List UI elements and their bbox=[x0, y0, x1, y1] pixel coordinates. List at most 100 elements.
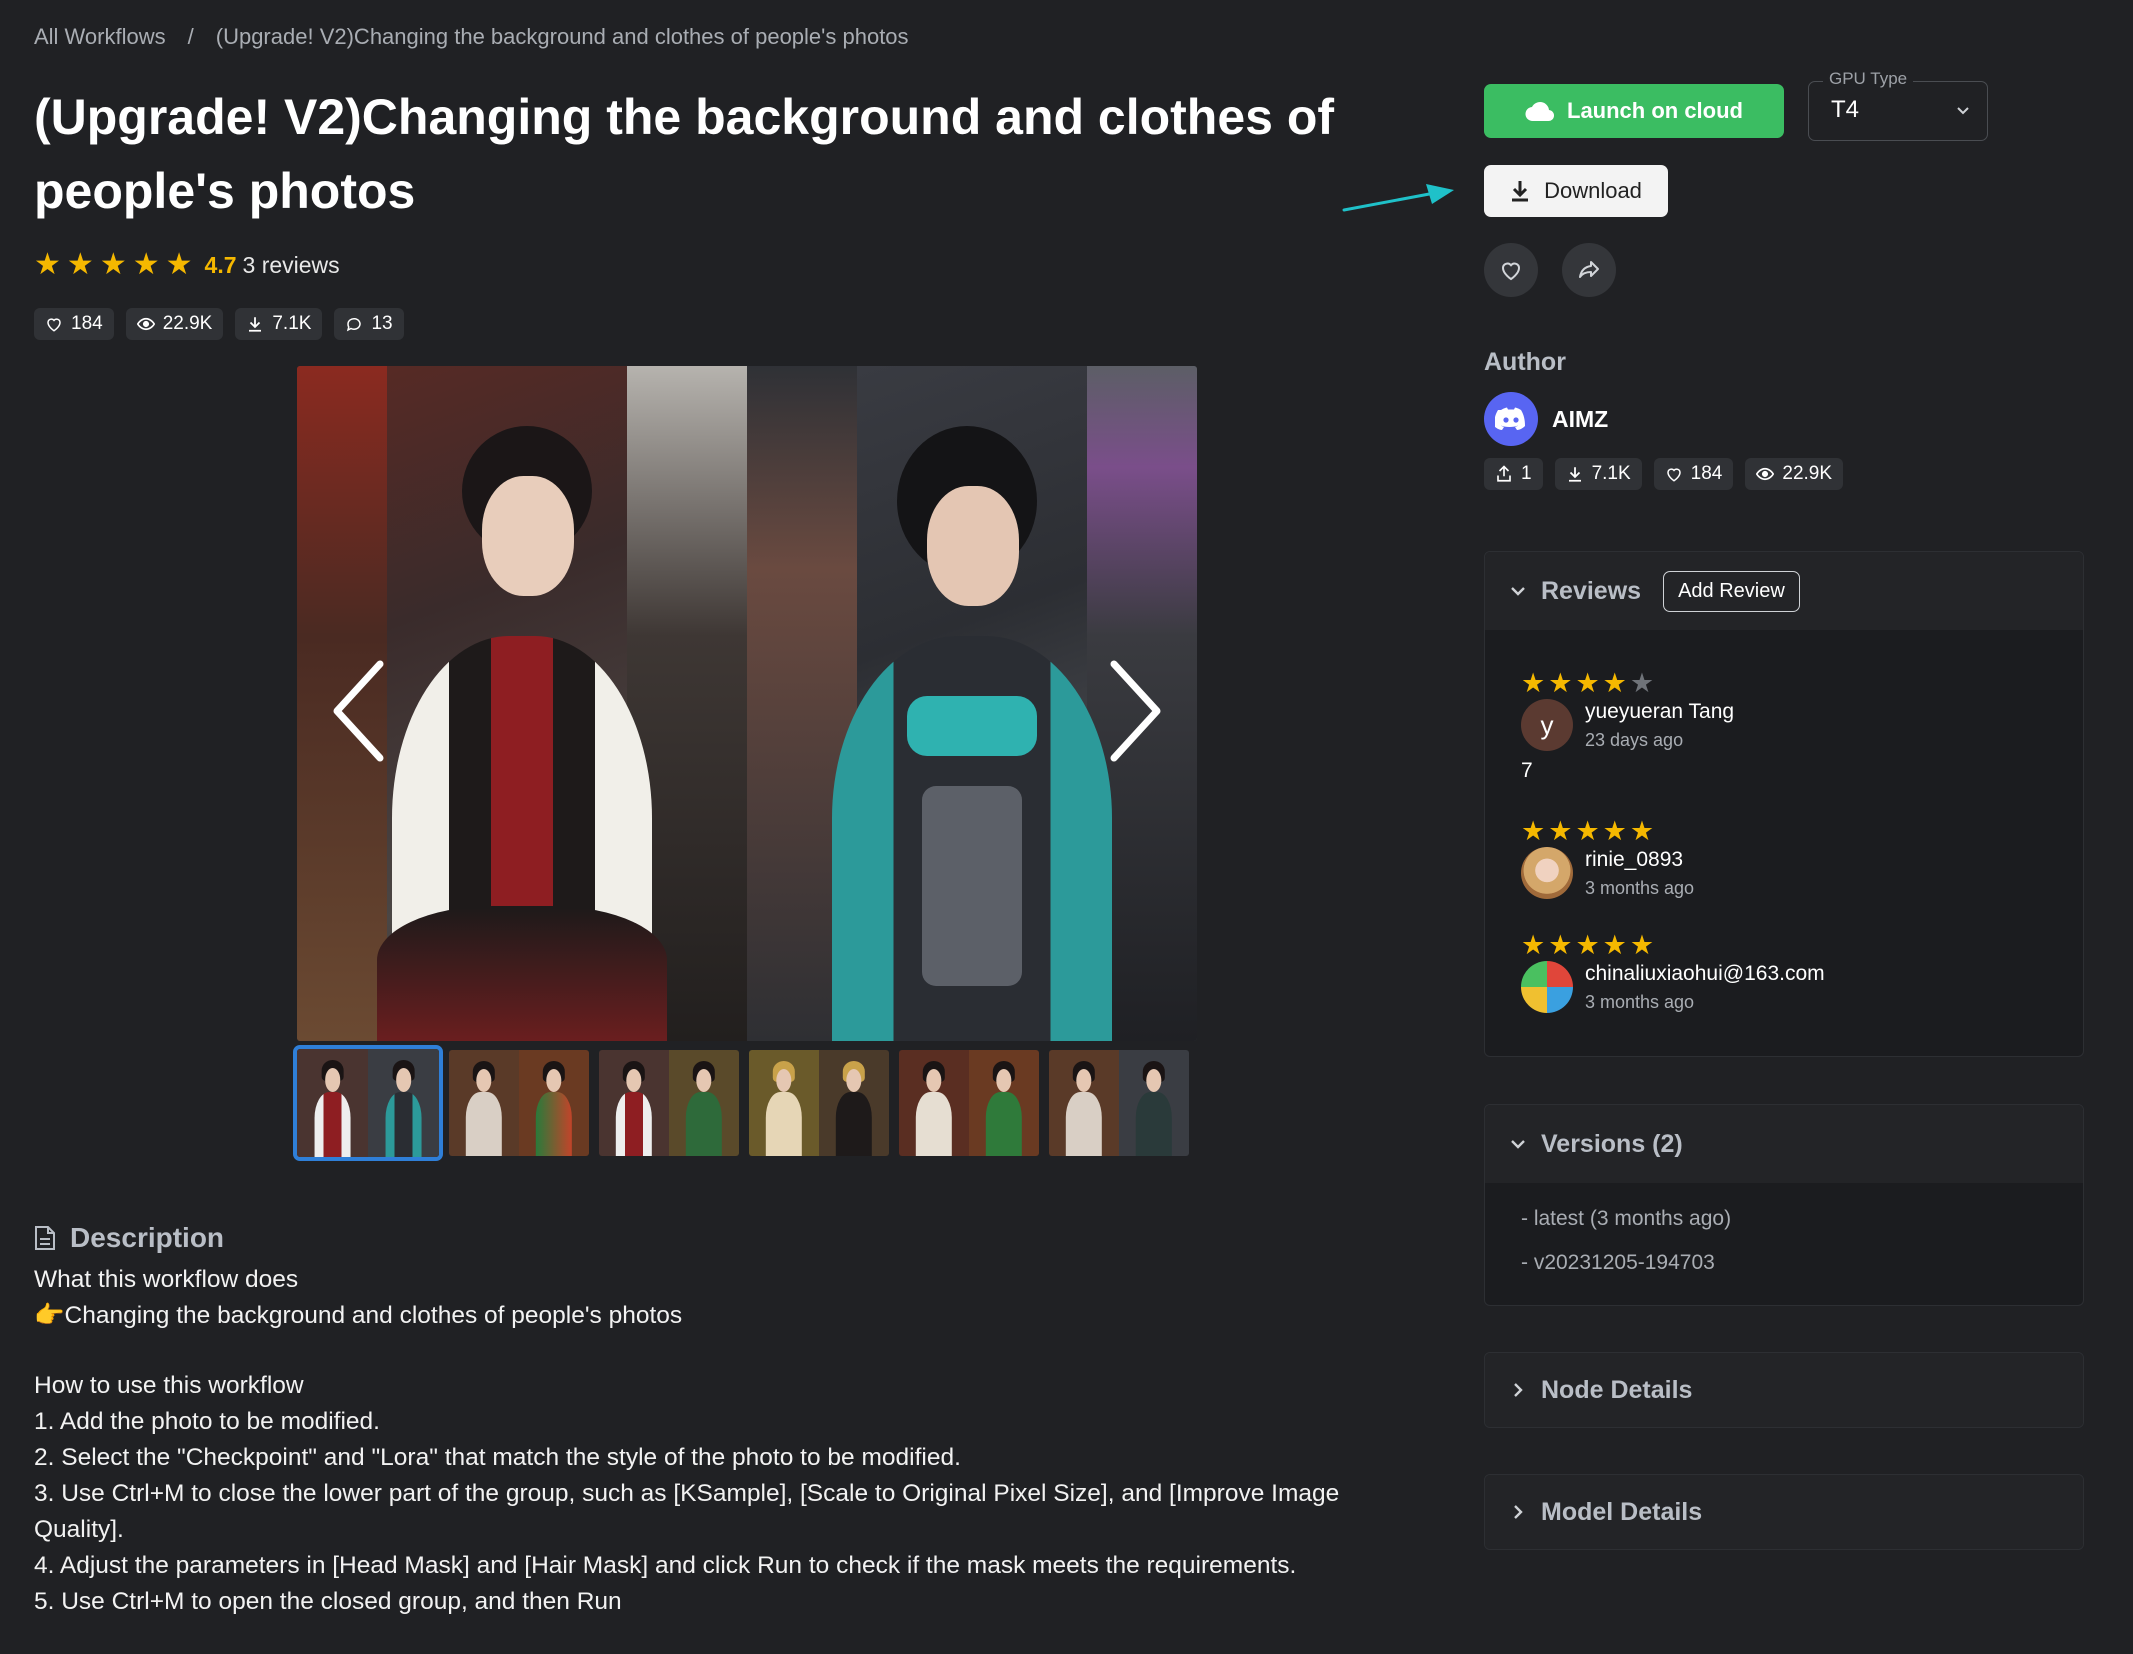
download-icon bbox=[1568, 467, 1581, 482]
gpu-type-select[interactable]: GPU Type T4 bbox=[1808, 69, 1988, 141]
eye-icon bbox=[1756, 467, 1775, 481]
gpu-type-value: T4 bbox=[1831, 96, 1860, 123]
downloads-count: 7.1K bbox=[272, 313, 312, 334]
description-step: 2. Select the "Checkpoint" and "Lora" th… bbox=[34, 1444, 961, 1471]
description-step: 4. Adjust the parameters in [Head Mask] … bbox=[34, 1552, 1297, 1579]
heart-icon bbox=[47, 318, 61, 332]
author-downloads-count: 7.1K bbox=[1591, 463, 1631, 484]
versions-card: Versions (2) - latest (3 months ago) - v… bbox=[1484, 1104, 2084, 1306]
download-icon bbox=[249, 317, 262, 332]
star-icon: ★ bbox=[132, 248, 160, 281]
launch-on-cloud-button[interactable]: Launch on cloud bbox=[1484, 84, 1784, 138]
description-line: How to use this workflow bbox=[34, 1372, 304, 1399]
star-icon: ★ bbox=[1548, 930, 1573, 960]
review-date: 3 months ago bbox=[1585, 877, 1695, 898]
review-date: 23 days ago bbox=[1585, 729, 1684, 750]
review-author[interactable]: rinie_0893 bbox=[1585, 848, 1694, 872]
review-text: 7 bbox=[1521, 759, 1533, 782]
review-stars: ★ ★ ★ ★ ★ bbox=[1521, 670, 1734, 697]
star-icon: ★ bbox=[1602, 668, 1627, 698]
star-icon: ★ bbox=[1575, 930, 1600, 960]
review-item: ★ ★ ★ ★ ★ y yueyueran Tang 23 days ago 7 bbox=[1521, 670, 1734, 783]
add-review-button[interactable]: Add Review bbox=[1663, 570, 1800, 612]
rating-value: 4.7 bbox=[204, 251, 237, 278]
chevron-down-icon bbox=[1511, 587, 1525, 596]
review-item: ★ ★ ★ ★ ★ chinaliuxiaohui@163.com 3 months a… bbox=[1521, 932, 1825, 1013]
reviews-header[interactable]: Reviews Add Review bbox=[1485, 552, 2083, 630]
eye-icon bbox=[136, 317, 155, 331]
workflow-stats: 184 22.9K 7.1K 13 bbox=[34, 308, 404, 340]
prev-image-arrow[interactable] bbox=[325, 656, 395, 766]
author-name[interactable]: AIMZ bbox=[1552, 406, 1608, 433]
review-item: ★ ★ ★ ★ ★ rinie_0893 3 months ago bbox=[1521, 818, 1694, 899]
version-item[interactable]: - latest (3 months ago) bbox=[1521, 1207, 1731, 1231]
star-icon: ★ bbox=[1602, 816, 1627, 846]
review-stars: ★ ★ ★ ★ ★ bbox=[1521, 818, 1694, 845]
discord-avatar-icon bbox=[1484, 392, 1538, 446]
annotation-arrow-icon bbox=[1342, 184, 1454, 212]
gallery-thumbnails bbox=[293, 1045, 1189, 1161]
star-icon: ★ bbox=[1548, 816, 1573, 846]
review-date: 3 months ago bbox=[1585, 991, 1695, 1012]
upload-icon bbox=[1497, 465, 1511, 482]
review-author[interactable]: chinaliuxiaohui@163.com bbox=[1585, 962, 1825, 986]
download-label: Download bbox=[1544, 178, 1642, 203]
download-icon bbox=[1512, 181, 1529, 202]
launch-label: Launch on cloud bbox=[1567, 98, 1743, 123]
star-icon: ★ bbox=[1629, 930, 1655, 960]
page-title: (Upgrade! V2)Changing the background and… bbox=[34, 89, 1335, 219]
likes-count: 184 bbox=[71, 313, 103, 334]
chevron-down-icon bbox=[1511, 1140, 1525, 1149]
views-count: 22.9K bbox=[162, 313, 213, 334]
gpu-type-label: GPU Type bbox=[1823, 69, 1914, 89]
breadcrumb: All Workflows / (Upgrade! V2)Changing th… bbox=[34, 24, 909, 50]
breadcrumb-separator: / bbox=[187, 24, 194, 49]
chevron-right-icon bbox=[1514, 1505, 1523, 1519]
breadcrumb-all-workflows[interactable]: All Workflows bbox=[34, 24, 166, 50]
avatar bbox=[1521, 847, 1573, 899]
next-image-arrow[interactable] bbox=[1099, 656, 1169, 766]
avatar: y bbox=[1521, 699, 1573, 751]
author-downloads-chip: 7.1K bbox=[1554, 458, 1642, 490]
description-line: What this workflow does bbox=[34, 1266, 299, 1293]
review-author[interactable]: yueyueran Tang bbox=[1585, 700, 1734, 724]
author-workflows-chip: 1 bbox=[1484, 458, 1543, 490]
description-title: Description bbox=[70, 1222, 225, 1253]
heart-icon bbox=[1501, 262, 1521, 281]
thumbnail-3[interactable] bbox=[599, 1050, 739, 1156]
description-step: 1. Add the photo to be modified. bbox=[34, 1408, 380, 1435]
star-empty-icon: ★ bbox=[1629, 668, 1655, 698]
share-button[interactable] bbox=[1562, 243, 1616, 297]
star-icon: ★ bbox=[99, 248, 127, 281]
download-button[interactable]: Download bbox=[1484, 165, 1668, 217]
node-details-card[interactable]: Node Details bbox=[1484, 1352, 2084, 1428]
version-item[interactable]: - v20231205-194703 bbox=[1521, 1251, 1715, 1275]
thumbnail-4[interactable] bbox=[749, 1050, 889, 1156]
thumbnail-2[interactable] bbox=[449, 1050, 589, 1156]
author-workflows-count: 1 bbox=[1521, 463, 1532, 484]
thumbnail-6[interactable] bbox=[1049, 1050, 1189, 1156]
versions-header[interactable]: Versions (2) bbox=[1485, 1105, 2083, 1183]
author-profile[interactable]: AIMZ bbox=[1484, 392, 1608, 446]
model-details-card[interactable]: Model Details bbox=[1484, 1474, 2084, 1550]
thumbnail-1[interactable] bbox=[293, 1045, 443, 1161]
star-icon: ★ bbox=[1521, 930, 1546, 960]
star-icon: ★ bbox=[1575, 668, 1600, 698]
chevron-right-icon bbox=[1514, 1383, 1523, 1397]
favorite-button[interactable] bbox=[1484, 243, 1538, 297]
reviews-count[interactable]: 3 reviews bbox=[243, 252, 340, 279]
node-details-header[interactable]: Node Details bbox=[1485, 1353, 2083, 1427]
description-line: 👉Changing the background and clothes of … bbox=[34, 1302, 683, 1329]
star-icon: ★ bbox=[1602, 930, 1627, 960]
rating: ★ ★ ★ ★ ★ 4.7 3 reviews bbox=[34, 250, 340, 280]
model-details-header[interactable]: Model Details bbox=[1485, 1475, 2083, 1549]
author-views-count: 22.9K bbox=[1782, 463, 1833, 484]
review-stars: ★ ★ ★ ★ ★ bbox=[1521, 932, 1825, 959]
gallery-main-image bbox=[297, 366, 1197, 1041]
model-details-title: Model Details bbox=[1541, 1497, 1703, 1526]
versions-title: Versions (2) bbox=[1541, 1129, 1683, 1158]
star-icon: ★ bbox=[1548, 668, 1573, 698]
thumbnail-5[interactable] bbox=[899, 1050, 1039, 1156]
reviews-title: Reviews bbox=[1541, 576, 1642, 605]
star-icon: ★ bbox=[34, 248, 61, 281]
